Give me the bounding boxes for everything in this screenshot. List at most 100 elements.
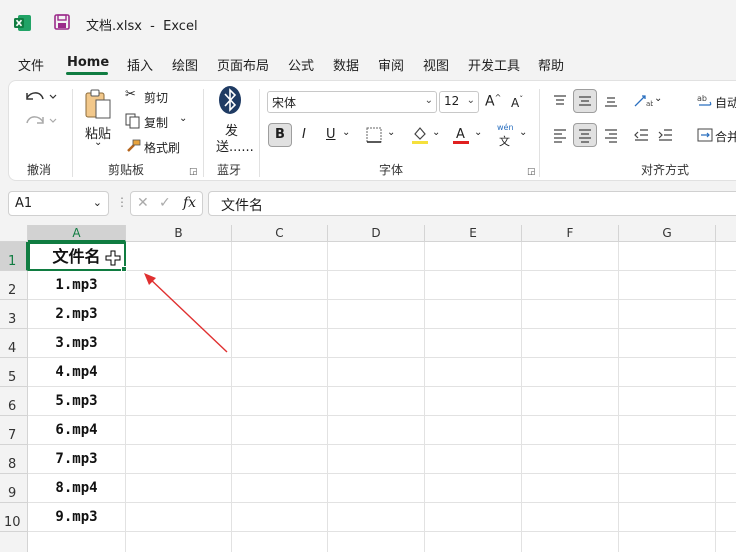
cell-a7[interactable]: 6.mp4 [28, 416, 125, 445]
tab-developer[interactable]: 开发工具 [468, 55, 520, 74]
name-box[interactable]: A1 ⌄ [8, 191, 109, 216]
bold-button[interactable]: B [275, 127, 285, 142]
undo-icon[interactable] [23, 87, 57, 107]
save-icon[interactable] [54, 14, 70, 30]
tab-view[interactable]: 视图 [423, 55, 449, 74]
font-launcher-icon[interactable]: ◲ [527, 167, 536, 177]
borders-dropdown-icon[interactable]: ⌄ [387, 127, 395, 138]
borders-icon[interactable] [366, 127, 382, 143]
row-header-3[interactable]: 3 [0, 300, 28, 329]
svg-text:A: A [456, 127, 465, 142]
enter-icon[interactable]: ✓ [159, 195, 171, 211]
paste-dropdown-icon[interactable]: ⌄ [94, 137, 102, 148]
row-header-5[interactable]: 5 [0, 358, 28, 387]
tab-page-layout[interactable]: 页面布局 [217, 55, 269, 74]
tab-file[interactable]: 文件 [18, 55, 44, 74]
row-header-1[interactable]: 1 [0, 242, 28, 271]
orientation-icon[interactable]: ab [633, 93, 653, 109]
phonetic-top[interactable]: wén [497, 123, 514, 132]
column-header-g[interactable]: G [619, 225, 716, 242]
chevron-down-icon: ⌄ [466, 95, 475, 106]
cut-button[interactable]: 剪切 [144, 89, 168, 106]
tab-review[interactable]: 审阅 [378, 55, 404, 74]
wrap-text-button[interactable]: 自动 [715, 94, 736, 111]
row-header-2[interactable]: 2 [0, 271, 28, 300]
paste-icon[interactable] [83, 87, 113, 121]
undo-group-label: 撤消 [27, 163, 52, 177]
font-name-select[interactable]: 宋体 ⌄ [267, 91, 437, 113]
cell-a8[interactable]: 7.mp3 [28, 445, 125, 474]
orientation-dropdown-icon[interactable]: ⌄ [654, 93, 662, 104]
format-painter-button[interactable]: 格式刷 [144, 139, 180, 156]
grow-font-icon[interactable]: A^ [485, 93, 501, 110]
bluetooth-icon[interactable] [218, 85, 242, 115]
cell-a3[interactable]: 2.mp3 [28, 300, 125, 329]
column-header-f[interactable]: F [522, 225, 619, 242]
row-header-4[interactable]: 4 [0, 329, 28, 358]
decrease-indent-icon[interactable] [633, 127, 649, 143]
underline-button[interactable]: U [326, 127, 336, 142]
cell-a10[interactable]: 9.mp3 [28, 503, 125, 532]
cut-icon[interactable]: ✂ [125, 87, 136, 102]
cell-a4[interactable]: 3.mp3 [28, 329, 125, 358]
underline-dropdown-icon[interactable]: ⌄ [342, 127, 350, 138]
tab-data[interactable]: 数据 [333, 55, 359, 74]
fill-color-icon[interactable] [411, 125, 429, 145]
copy-dropdown-icon[interactable]: ⌄ [179, 113, 187, 124]
increase-indent-icon[interactable] [657, 127, 673, 143]
column-header-c[interactable]: C [232, 225, 328, 242]
align-middle-icon[interactable] [577, 93, 593, 109]
redo-icon[interactable] [23, 111, 57, 131]
font-size-value: 12 [444, 94, 460, 108]
more-options-icon[interactable]: ⋮ [116, 195, 128, 209]
column-header-b[interactable]: B [126, 225, 232, 242]
align-top-icon[interactable] [552, 93, 568, 109]
cell-a6[interactable]: 5.mp3 [28, 387, 125, 416]
font-color-icon[interactable]: A [452, 125, 470, 145]
align-center-icon[interactable] [577, 127, 593, 143]
phonetic-bottom[interactable]: 文 [499, 133, 510, 149]
insert-function-button[interactable]: fx [183, 195, 196, 211]
shrink-font-icon[interactable]: Aˇ [511, 95, 523, 110]
align-bottom-icon[interactable] [603, 93, 619, 109]
column-header-h[interactable] [716, 225, 736, 242]
row-header-9[interactable]: 9 [0, 474, 28, 503]
align-right-icon[interactable] [603, 127, 619, 143]
font-size-select[interactable]: 12 ⌄ [439, 91, 479, 113]
tab-insert[interactable]: 插入 [127, 55, 153, 74]
row-header-11[interactable] [0, 532, 28, 552]
column-header-e[interactable]: E [425, 225, 522, 242]
send-button-line2[interactable]: 送...... [216, 136, 254, 155]
tab-formulas[interactable]: 公式 [288, 55, 314, 74]
copy-icon[interactable] [125, 113, 141, 129]
tab-draw[interactable]: 绘图 [172, 55, 198, 74]
group-divider [259, 89, 260, 177]
row-header-8[interactable]: 8 [0, 445, 28, 474]
select-all-button[interactable] [0, 225, 28, 242]
row-header-7[interactable]: 7 [0, 416, 28, 445]
cell-a9[interactable]: 8.mp4 [28, 474, 125, 503]
merge-icon[interactable] [697, 127, 713, 143]
tab-home[interactable]: Home [67, 55, 109, 70]
row-header-6[interactable]: 6 [0, 387, 28, 416]
copy-button[interactable]: 复制 [144, 114, 168, 131]
italic-button[interactable]: I [302, 127, 306, 142]
fill-color-dropdown-icon[interactable]: ⌄ [432, 127, 440, 138]
cell-a2[interactable]: 1.mp3 [28, 271, 125, 300]
fill-handle[interactable] [121, 266, 127, 272]
merge-button[interactable]: 合并 [715, 128, 736, 145]
font-color-dropdown-icon[interactable]: ⌄ [474, 127, 482, 138]
cell-a5[interactable]: 4.mp4 [28, 358, 125, 387]
formula-input[interactable]: 文件名 [208, 191, 736, 216]
format-painter-icon[interactable] [125, 138, 141, 154]
wrap-text-icon[interactable]: ab [697, 93, 713, 109]
column-header-d[interactable]: D [328, 225, 425, 242]
column-header-a[interactable]: A [28, 225, 126, 242]
align-left-icon[interactable] [552, 127, 568, 143]
cancel-icon[interactable]: ✕ [137, 195, 149, 211]
tab-help[interactable]: 帮助 [538, 55, 564, 74]
phonetic-dropdown-icon[interactable]: ⌄ [519, 127, 527, 138]
excel-app-icon[interactable] [14, 14, 32, 32]
row-header-10[interactable]: 10 [0, 503, 28, 532]
clipboard-launcher-icon[interactable]: ◲ [189, 167, 198, 177]
